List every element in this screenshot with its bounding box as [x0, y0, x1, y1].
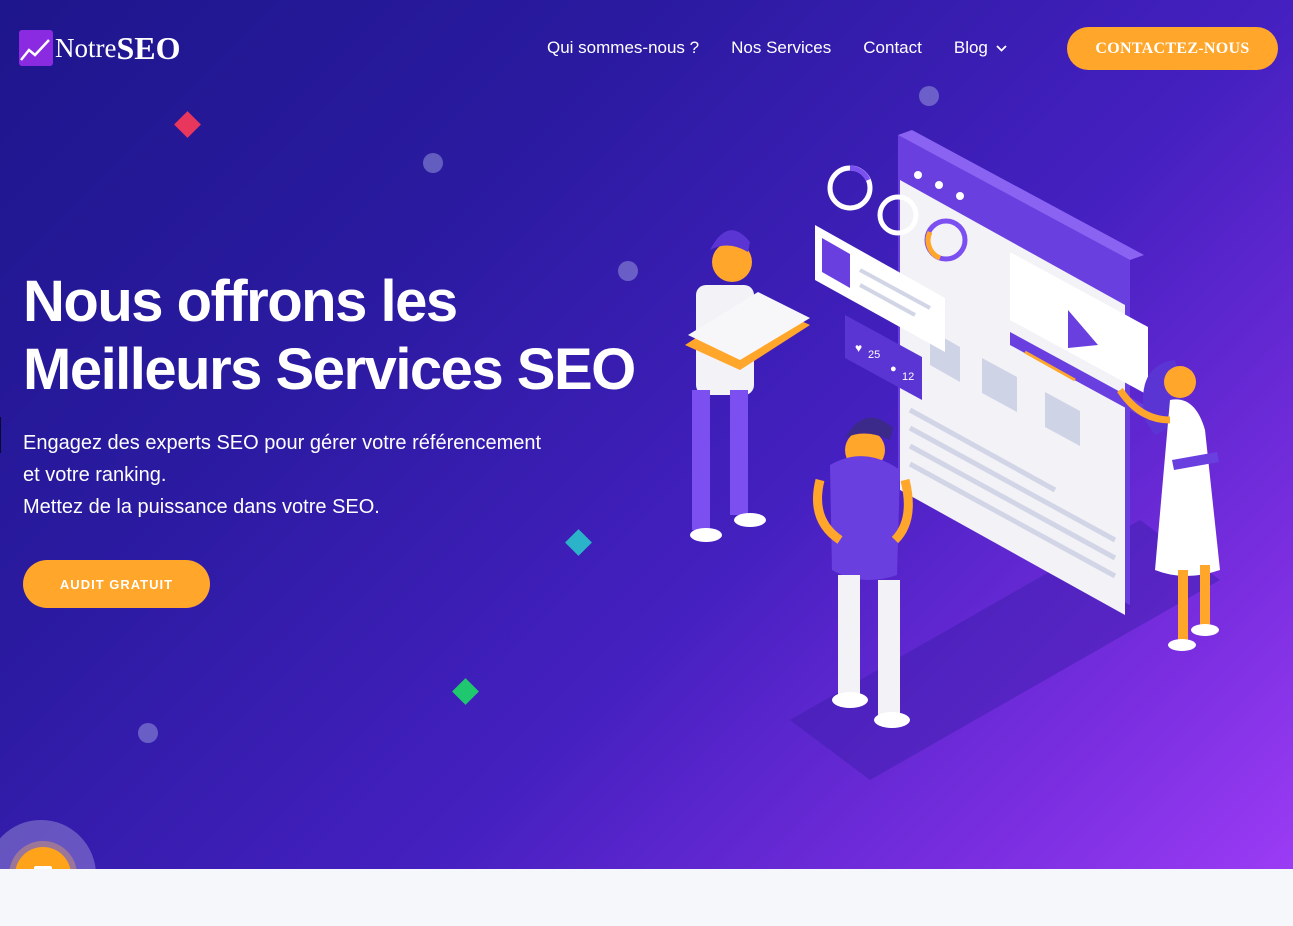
logo-text-seo: SEO: [116, 29, 181, 66]
main-nav: Qui sommes-nous ? Nos Services Contact B…: [547, 38, 1039, 58]
hero-title-line2: Meilleurs Services SEO: [23, 337, 636, 402]
hero-subtitle-line: Engagez des experts SEO pour gérer votre…: [23, 432, 542, 454]
hero-subtitle-line: Mettez de la puissance dans votre SEO.: [23, 496, 380, 518]
seo-team-illustration: ♥ 25 ● 12: [685, 130, 1220, 780]
site-logo[interactable]: Notre SEO: [19, 28, 181, 68]
nav-item-about[interactable]: Qui sommes-nous ?: [547, 38, 699, 58]
svg-text:♥: ♥: [855, 341, 862, 355]
contact-us-button[interactable]: CONTACTEZ-NOUS: [1067, 27, 1278, 70]
nav-item-services[interactable]: Nos Services: [731, 38, 831, 58]
comments-count: 12: [902, 371, 914, 383]
next-section-edge: [0, 869, 1293, 926]
hero-subtitle: Engagez des experts SEO pour gérer votre…: [23, 427, 583, 523]
decor-dot: [138, 723, 158, 743]
nav-item-blog-label: Blog: [953, 38, 988, 57]
free-audit-button[interactable]: AUDIT GRATUIT: [23, 560, 210, 608]
hero-subtitle-line: et votre ranking.: [23, 464, 167, 486]
text-cursor: [0, 417, 1, 453]
chart-line-icon: [19, 30, 53, 66]
hero-title: Nous offrons les Meilleurs Services SEO: [23, 268, 663, 404]
decor-dot: [423, 153, 443, 173]
decor-dot: [919, 86, 939, 106]
nav-item-blog[interactable]: Blog: [954, 38, 1007, 58]
decor-diamond-red: [174, 111, 201, 138]
hero-section: Notre SEO Qui sommes-nous ? Nos Services…: [0, 0, 1293, 869]
decor-diamond-cyan: [565, 529, 592, 556]
svg-text:●: ●: [890, 363, 897, 375]
likes-count: 25: [868, 349, 880, 361]
nav-item-contact[interactable]: Contact: [863, 38, 922, 58]
hero-title-line1: Nous offrons les: [23, 269, 458, 334]
decor-diamond-green: [452, 678, 479, 705]
logo-text-notre: Notre: [55, 32, 117, 63]
chevron-down-icon: [996, 44, 1007, 52]
